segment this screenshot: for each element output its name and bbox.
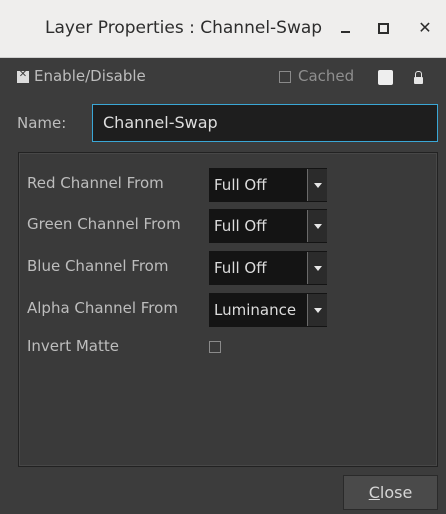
close-button-label: Close bbox=[369, 483, 413, 502]
green-channel-select[interactable]: Full Off bbox=[209, 209, 327, 243]
invert-matte-checkbox[interactable] bbox=[209, 341, 221, 353]
close-button[interactable]: Close bbox=[343, 475, 438, 510]
blue-channel-select[interactable]: Full Off bbox=[209, 251, 327, 285]
red-channel-value: Full Off bbox=[214, 176, 267, 194]
close-rest: lose bbox=[379, 483, 413, 502]
maximize-button[interactable] bbox=[370, 14, 396, 42]
channel-panel: Red Channel From Full Off Green Channel … bbox=[18, 152, 438, 467]
cached-checkbox[interactable] bbox=[279, 71, 291, 83]
cached-label: Cached bbox=[298, 67, 355, 85]
close-icon: ✕ bbox=[418, 18, 432, 37]
lock-icon[interactable] bbox=[414, 71, 423, 84]
window-title: Layer Properties : Channel-Swap bbox=[45, 18, 323, 38]
red-channel-label: Red Channel From bbox=[27, 174, 164, 192]
alpha-channel-label: Alpha Channel From bbox=[27, 299, 178, 317]
name-input[interactable]: Channel-Swap bbox=[92, 104, 438, 142]
alpha-channel-select[interactable]: Luminance bbox=[209, 293, 327, 327]
minimize-button[interactable] bbox=[332, 14, 358, 42]
title-bar: Layer Properties : Channel-Swap ✕ bbox=[0, 0, 446, 58]
layer-color-swatch[interactable] bbox=[378, 70, 393, 85]
chevron-down-icon bbox=[307, 210, 327, 242]
blue-channel-value: Full Off bbox=[214, 259, 267, 277]
chevron-down-icon bbox=[307, 294, 327, 326]
chevron-down-icon bbox=[307, 169, 327, 201]
invert-matte-label: Invert Matte bbox=[27, 337, 119, 355]
red-channel-select[interactable]: Full Off bbox=[209, 168, 327, 202]
close-mnemonic: C bbox=[368, 483, 380, 502]
enable-label: Enable/Disable bbox=[34, 67, 146, 85]
alpha-channel-value: Luminance bbox=[214, 301, 297, 319]
name-label: Name: bbox=[17, 114, 67, 132]
green-channel-label: Green Channel From bbox=[27, 215, 181, 233]
maximize-icon bbox=[377, 22, 389, 34]
blue-channel-label: Blue Channel From bbox=[27, 257, 169, 275]
minimize-icon bbox=[340, 31, 350, 33]
green-channel-value: Full Off bbox=[214, 217, 267, 235]
enable-checkbox[interactable] bbox=[17, 69, 29, 83]
window-close-button[interactable]: ✕ bbox=[412, 14, 438, 42]
chevron-down-icon bbox=[307, 252, 327, 284]
